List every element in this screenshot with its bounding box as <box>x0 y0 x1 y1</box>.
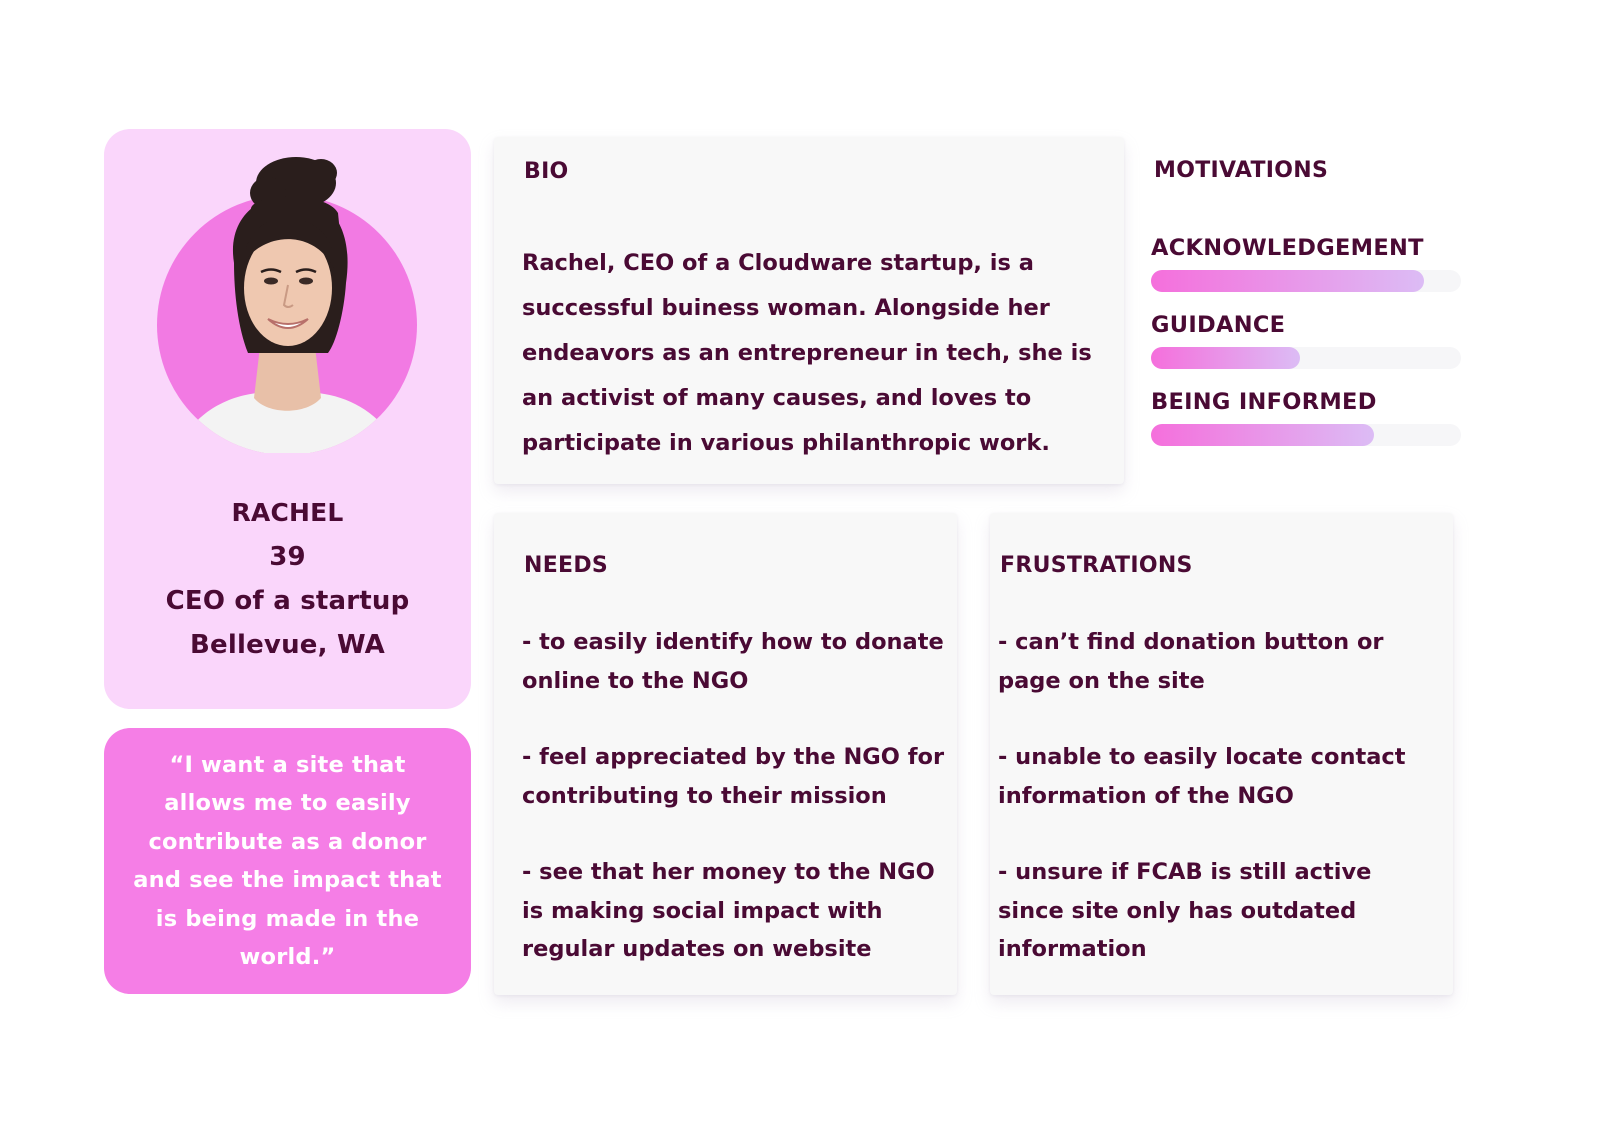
profile-info: RACHEL 39 CEO of a startup Bellevue, WA <box>104 491 471 667</box>
motivations-section: MOTIVATIONS ACKNOWLEDGEMENT GUIDANCE BEI… <box>1148 150 1461 470</box>
needs-title: NEEDS <box>524 553 609 578</box>
motivation-bar-track <box>1151 347 1461 369</box>
motivation-label: GUIDANCE <box>1151 312 1286 338</box>
motivation-bar-fill <box>1151 347 1300 369</box>
motivation-label: ACKNOWLEDGEMENT <box>1151 235 1424 261</box>
frustrations-title: FRUSTRATIONS <box>1000 553 1193 578</box>
profile-card: RACHEL 39 CEO of a startup Bellevue, WA <box>104 129 471 709</box>
frustrations-list: - can’t find donation button or page on … <box>998 623 1428 1007</box>
bio-card: BIO Rachel, CEO of a Cloudware startup, … <box>494 137 1124 484</box>
bio-title: BIO <box>524 159 569 184</box>
quote-text: “I want a site that allows me to easily … <box>133 751 442 971</box>
needs-list: - to easily identify how to donate onlin… <box>522 623 952 1007</box>
list-item: - unsure if FCAB is still active since s… <box>998 859 1372 962</box>
profile-name: RACHEL <box>231 498 344 527</box>
motivation-bar-fill <box>1151 270 1424 292</box>
profile-age: 39 <box>269 542 306 572</box>
motivation-item: GUIDANCE <box>1151 311 1461 369</box>
bio-text: Rachel, CEO of a Cloudware startup, is a… <box>522 250 1092 456</box>
motivation-bar-track <box>1151 270 1461 292</box>
motivation-item: ACKNOWLEDGEMENT <box>1151 234 1461 292</box>
list-item: - unable to easily locate contact inform… <box>998 744 1406 809</box>
frustrations-card: FRUSTRATIONS - can’t find donation butto… <box>990 513 1453 995</box>
motivations-title: MOTIVATIONS <box>1154 158 1329 183</box>
list-item: - to easily identify how to donate onlin… <box>522 629 944 694</box>
list-item: - feel appreciated by the NGO for contri… <box>522 744 945 809</box>
motivation-label: BEING INFORMED <box>1151 389 1377 415</box>
profile-role: CEO of a startup <box>165 586 410 616</box>
list-item: - can’t find donation button or page on … <box>998 629 1384 694</box>
portrait-photo-icon <box>157 157 417 453</box>
motivation-bar-track <box>1151 424 1461 446</box>
list-item: - see that her money to the NGO is makin… <box>522 859 935 962</box>
needs-card: NEEDS - to easily identify how to donate… <box>494 513 957 995</box>
profile-location: Bellevue, WA <box>190 630 385 660</box>
quote-card: “I want a site that allows me to easily … <box>104 728 471 994</box>
motivation-bar-fill <box>1151 424 1375 446</box>
motivation-item: BEING INFORMED <box>1151 388 1461 446</box>
avatar <box>156 153 418 453</box>
